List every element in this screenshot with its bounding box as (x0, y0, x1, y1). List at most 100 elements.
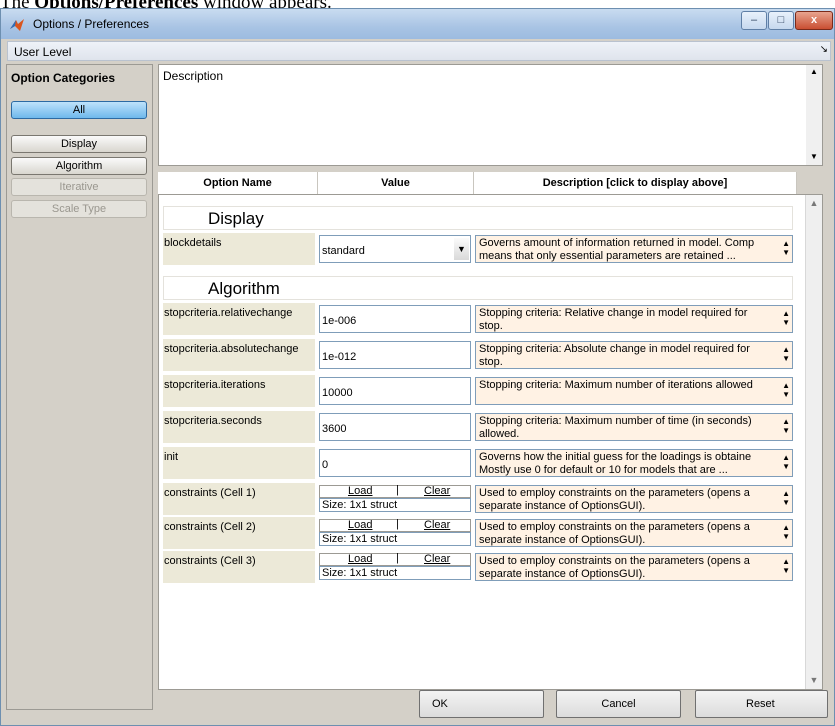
button-separator: | (396, 552, 399, 564)
user-level-label: User Level (14, 45, 72, 59)
option-value-dropdown[interactable]: standard ▼ (319, 235, 471, 263)
category-iterative-button: Iterative (11, 178, 147, 196)
option-row-blockdetails: blockdetails standard ▼ Governs amount of… (163, 233, 793, 265)
category-algorithm-button[interactable]: Algorithm (11, 157, 147, 175)
scroll-down-icon[interactable]: ▼ (806, 672, 822, 689)
cell-size-field: Size: 1x1 struct (319, 566, 471, 580)
option-categories-panel: Option Categories All Display Algorithm … (6, 64, 153, 710)
option-description-text: Stopping criteria: Maximum number of tim… (479, 415, 752, 440)
spinner-icon[interactable]: ▲ ▼ (782, 453, 790, 471)
spinner-icon[interactable]: ▲ ▼ (782, 557, 790, 575)
description-label: Description (163, 69, 224, 83)
option-description[interactable]: Governs how the initial guess for the lo… (475, 449, 793, 477)
option-name: blockdetails (163, 233, 315, 265)
scroll-up-icon[interactable]: ▲ (810, 67, 818, 76)
button-separator: | (396, 484, 399, 496)
load-button[interactable]: Load (348, 520, 372, 531)
option-value-field[interactable]: 10000 (319, 377, 471, 405)
option-description-text: Governs how the initial guess for the lo… (479, 451, 752, 476)
option-name: stopcriteria.iterations (163, 375, 315, 407)
cell-buttons: Load | Clear (319, 485, 471, 498)
spinner-icon[interactable]: ▲ ▼ (782, 523, 790, 541)
column-header-value[interactable]: Value (318, 172, 474, 194)
option-row-seconds: stopcriteria.seconds 3600 Stopping crite… (163, 411, 793, 443)
option-name: constraints (Cell 1) (163, 483, 315, 515)
option-name: stopcriteria.absolutechange (163, 339, 315, 371)
category-display-button[interactable]: Display (11, 135, 147, 153)
cell-size-field: Size: 1x1 struct (319, 498, 471, 512)
option-name: constraints (Cell 3) (163, 551, 315, 583)
column-header-option-name[interactable]: Option Name (158, 172, 318, 194)
option-description-text: Governs amount of information returned i… (479, 237, 755, 262)
maximize-button[interactable]: □ (768, 11, 794, 30)
matlab-icon (10, 19, 24, 31)
close-button[interactable]: x (795, 11, 833, 30)
option-description[interactable]: Stopping criteria: Absolute change in mo… (475, 341, 793, 369)
option-name: stopcriteria.seconds (163, 411, 315, 443)
category-all-button[interactable]: All (11, 101, 147, 119)
spinner-icon[interactable]: ▲ ▼ (782, 239, 790, 257)
option-categories-header: Option Categories (11, 71, 116, 85)
option-description[interactable]: Stopping criteria: Relative change in mo… (475, 305, 793, 333)
minimize-button[interactable]: – (741, 11, 767, 30)
option-description-text: Stopping criteria: Maximum number of ite… (479, 379, 753, 391)
option-row-iterations: stopcriteria.iterations 10000 Stopping c… (163, 375, 793, 407)
cancel-button[interactable]: Cancel (556, 690, 681, 718)
clear-button[interactable]: Clear (424, 554, 450, 565)
clear-button[interactable]: Clear (424, 520, 450, 531)
option-description-text: Used to employ constraints on the parame… (479, 521, 750, 546)
option-description[interactable]: Stopping criteria: Maximum number of tim… (475, 413, 793, 441)
option-description-text: Stopping criteria: Relative change in mo… (479, 307, 748, 332)
option-value-field[interactable]: 0 (319, 449, 471, 477)
spinner-icon[interactable]: ▲ ▼ (782, 345, 790, 363)
option-row-constraints-cell-2: constraints (Cell 2) Load | Clear Size: … (163, 517, 793, 549)
scroll-up-icon[interactable]: ▲ (806, 195, 822, 212)
cell-size-field: Size: 1x1 struct (319, 532, 471, 546)
cell-value-editor: Load | Clear Size: 1x1 struct (319, 553, 471, 581)
ok-button[interactable]: OK (419, 690, 544, 718)
option-row-init: init 0 Governs how the initial guess for… (163, 447, 793, 479)
option-row-absolutechange: stopcriteria.absolutechange 1e-012 Stopp… (163, 339, 793, 371)
load-button[interactable]: Load (348, 554, 372, 565)
category-scale-type-button: Scale Type (11, 200, 147, 218)
cell-buttons: Load | Clear (319, 519, 471, 532)
description-box[interactable]: Description ▲ ▼ (158, 64, 823, 166)
description-scrollbar[interactable]: ▲ ▼ (806, 65, 822, 165)
option-row-relativechange: stopcriteria.relativechange 1e-006 Stopp… (163, 303, 793, 335)
title-bar[interactable]: Options / Preferences – □ x (1, 9, 834, 39)
spinner-icon[interactable]: ▲ ▼ (782, 309, 790, 327)
option-name: constraints (Cell 2) (163, 517, 315, 549)
spinner-icon[interactable]: ▲ ▼ (782, 417, 790, 435)
expand-arrow-icon[interactable]: ↘ (820, 44, 828, 55)
options-grid: Display blockdetails standard ▼ Governs a… (158, 194, 823, 690)
option-description[interactable]: Stopping criteria: Maximum number of ite… (475, 377, 793, 405)
window-title: Options / Preferences (33, 17, 150, 31)
section-header: Algorithm (163, 276, 793, 300)
reset-button[interactable]: Reset (695, 690, 828, 718)
load-button[interactable]: Load (348, 486, 372, 497)
option-description[interactable]: Used to employ constraints on the parame… (475, 519, 793, 547)
section-header: Display (163, 206, 793, 230)
option-description[interactable]: Used to employ constraints on the parame… (475, 485, 793, 513)
button-separator: | (396, 518, 399, 530)
option-name: init (163, 447, 315, 479)
column-header-description[interactable]: Description [click to display above] (474, 172, 797, 194)
option-value-text: standard (322, 245, 365, 257)
option-row-constraints-cell-1: constraints (Cell 1) Load | Clear Size: … (163, 483, 793, 515)
grid-scrollbar[interactable]: ▲ ▼ (805, 195, 822, 689)
option-name: stopcriteria.relativechange (163, 303, 315, 335)
cell-buttons: Load | Clear (319, 553, 471, 566)
dropdown-arrow-icon[interactable]: ▼ (454, 238, 469, 260)
option-value-field[interactable]: 3600 (319, 413, 471, 441)
option-description[interactable]: Used to employ constraints on the parame… (475, 553, 793, 581)
option-value-field[interactable]: 1e-006 (319, 305, 471, 333)
option-description[interactable]: Governs amount of information returned i… (475, 235, 793, 263)
clear-button[interactable]: Clear (424, 486, 450, 497)
spinner-icon[interactable]: ▲ ▼ (782, 489, 790, 507)
scroll-down-icon[interactable]: ▼ (810, 152, 818, 161)
cell-value-editor: Load | Clear Size: 1x1 struct (319, 519, 471, 547)
option-value-field[interactable]: 1e-012 (319, 341, 471, 369)
option-description-text: Used to employ constraints on the parame… (479, 555, 750, 580)
user-level-menu[interactable]: User Level ↘ (7, 41, 831, 61)
spinner-icon[interactable]: ▲ ▼ (782, 381, 790, 399)
